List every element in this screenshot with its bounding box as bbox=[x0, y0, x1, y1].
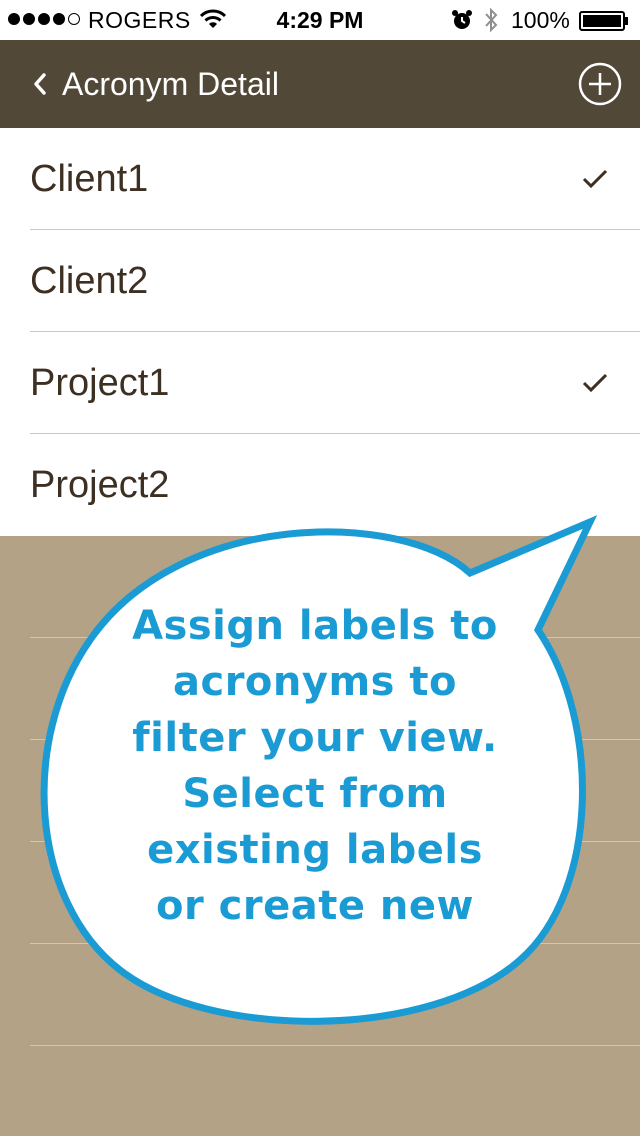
tooltip-line: or create new bbox=[156, 883, 474, 929]
label-list: Client1 Client2 Project1 Project2 bbox=[0, 128, 640, 536]
status-bar: ROGERS 4:29 PM 100% bbox=[0, 0, 640, 40]
tooltip-line: Assign labels to bbox=[132, 603, 498, 649]
label-row[interactable]: Project2 bbox=[0, 434, 640, 536]
app-screen: ROGERS 4:29 PM 100% Acronym Detail Clien… bbox=[0, 0, 640, 1136]
checkmark-icon bbox=[582, 169, 608, 189]
label-name: Project1 bbox=[30, 362, 170, 404]
tooltip-text: Assign labels to acronyms to filter your v… bbox=[110, 598, 520, 934]
row-separator bbox=[30, 943, 640, 944]
battery-percentage: 100% bbox=[511, 7, 570, 33]
tooltip-line: filter your view. bbox=[132, 715, 498, 761]
label-name: Client1 bbox=[30, 158, 149, 200]
label-row[interactable]: Project1 bbox=[0, 332, 640, 434]
tooltip-line: existing labels bbox=[147, 827, 483, 873]
label-row[interactable]: Client2 bbox=[0, 230, 640, 332]
label-row[interactable]: Client1 bbox=[0, 128, 640, 230]
checkmark-icon bbox=[582, 373, 608, 393]
chevron-left-icon bbox=[34, 73, 46, 95]
row-separator bbox=[30, 1045, 640, 1046]
label-name: Client2 bbox=[30, 260, 149, 302]
bluetooth-icon bbox=[483, 7, 499, 39]
alarm-icon bbox=[451, 9, 473, 37]
add-label-button[interactable] bbox=[578, 62, 622, 106]
navigation-bar: Acronym Detail bbox=[0, 40, 640, 128]
tooltip-line: Select from bbox=[182, 771, 448, 817]
back-button[interactable]: Acronym Detail bbox=[30, 62, 279, 106]
plus-circle-icon bbox=[578, 62, 622, 106]
tooltip-line: acronyms to bbox=[173, 659, 457, 705]
label-name: Project2 bbox=[30, 464, 170, 506]
nav-title: Acronym Detail bbox=[62, 65, 279, 102]
battery-icon bbox=[579, 10, 629, 31]
